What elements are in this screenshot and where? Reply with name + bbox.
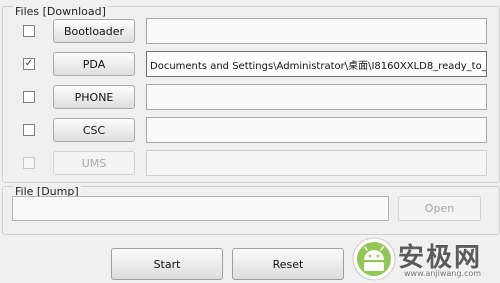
- dump-path-field[interactable]: [12, 196, 389, 221]
- phone-path-field[interactable]: [146, 84, 487, 110]
- ums-path-field: [146, 150, 487, 176]
- csc-checkbox[interactable]: [23, 124, 35, 136]
- open-button: Open: [398, 196, 481, 221]
- files-download-group: Files [Download] Bootloader ✓ PDA Docume…: [2, 6, 500, 183]
- bootloader-path-field[interactable]: [146, 18, 487, 44]
- android-logo-icon: [352, 237, 396, 281]
- pda-button[interactable]: PDA: [53, 52, 135, 76]
- ums-button: UMS: [53, 151, 135, 175]
- bootloader-button[interactable]: Bootloader: [53, 19, 135, 43]
- phone-checkbox[interactable]: [23, 91, 35, 103]
- pda-checkbox[interactable]: ✓: [23, 58, 35, 70]
- pda-path-field[interactable]: Documents and Settings\Administrator\桌面\…: [146, 51, 487, 77]
- files-download-title: Files [Download]: [13, 5, 108, 18]
- phone-button[interactable]: PHONE: [53, 85, 135, 109]
- csc-button[interactable]: CSC: [53, 118, 135, 142]
- watermark-url: www.anjiwang.com: [404, 269, 482, 278]
- watermark-logo: 安极网 www.anjiwang.com: [350, 233, 500, 283]
- file-dump-group: File [Dump] Open: [2, 186, 500, 235]
- reset-button[interactable]: Reset: [232, 248, 344, 280]
- csc-path-field[interactable]: [146, 117, 487, 143]
- odin-flash-tool: Files [Download] Bootloader ✓ PDA Docume…: [0, 0, 500, 283]
- bootloader-checkbox[interactable]: [23, 25, 35, 37]
- ums-checkbox: [23, 157, 35, 169]
- start-button[interactable]: Start: [111, 248, 223, 280]
